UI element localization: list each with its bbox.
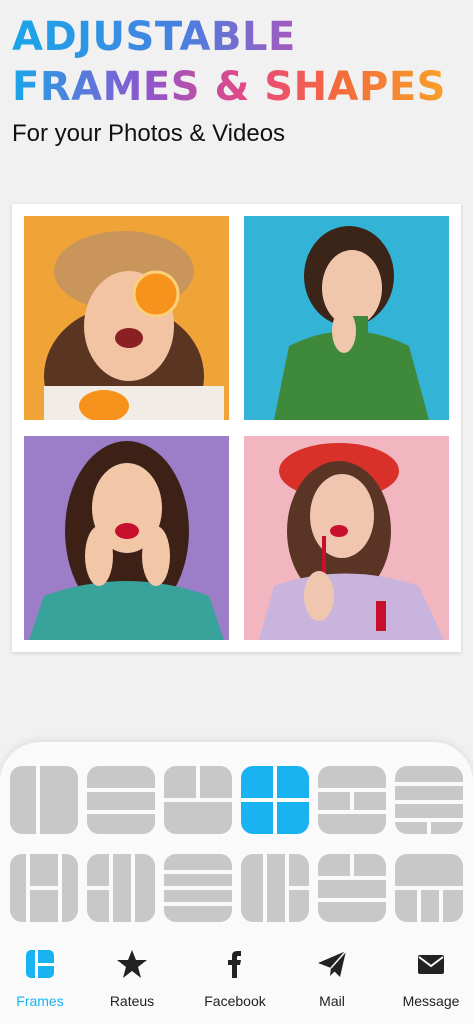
nav-label-rateus: Rateus xyxy=(109,993,155,1009)
paper-plane-icon xyxy=(318,950,347,977)
star-icon xyxy=(117,950,147,978)
layout-option[interactable] xyxy=(164,854,232,922)
layout-option[interactable] xyxy=(87,854,155,922)
photo-woman-thinking[interactable] xyxy=(244,216,449,420)
layout-option[interactable] xyxy=(318,854,386,922)
facebook-icon xyxy=(228,951,241,978)
headline: ADJUSTABLE FRAMES & SHAPES For your Phot… xyxy=(12,12,446,148)
nav-label-facebook: Facebook xyxy=(204,993,266,1009)
nav-item-message[interactable]: Message xyxy=(391,940,471,1024)
nav-item-frames[interactable]: Frames xyxy=(0,940,80,1024)
photo-woman-lipstick[interactable] xyxy=(244,436,449,640)
layout-option-selected[interactable] xyxy=(241,766,309,834)
layout-option[interactable] xyxy=(164,766,232,834)
photo-woman-orange[interactable] xyxy=(24,216,229,420)
layout-option[interactable] xyxy=(10,766,78,834)
nav-item-mail[interactable]: Mail xyxy=(292,940,372,1024)
layout-option[interactable] xyxy=(395,766,463,834)
layout-option[interactable] xyxy=(10,854,78,922)
frames-icon xyxy=(26,950,54,978)
envelope-icon xyxy=(418,955,444,974)
headline-line-1: ADJUSTABLE xyxy=(12,12,446,62)
nav-label-mail: Mail xyxy=(319,993,345,1009)
bottom-navigation: Frames Rateus Facebook Mail Message xyxy=(0,940,473,1024)
headline-subtitle: For your Photos & Videos xyxy=(12,120,286,147)
nav-label-frames: Frames xyxy=(16,993,64,1009)
headline-line-2: FRAMES & SHAPES xyxy=(12,64,446,110)
nav-item-rateus[interactable]: Rateus xyxy=(92,940,172,1024)
layout-option[interactable] xyxy=(318,766,386,834)
nav-label-message: Message xyxy=(402,993,460,1009)
photo-woman-surprised[interactable] xyxy=(24,436,229,640)
layout-option[interactable] xyxy=(241,854,309,922)
layout-option[interactable] xyxy=(395,854,463,922)
layout-option[interactable] xyxy=(87,766,155,834)
nav-item-facebook[interactable]: Facebook xyxy=(195,940,275,1024)
photo-collage-preview xyxy=(12,204,461,652)
